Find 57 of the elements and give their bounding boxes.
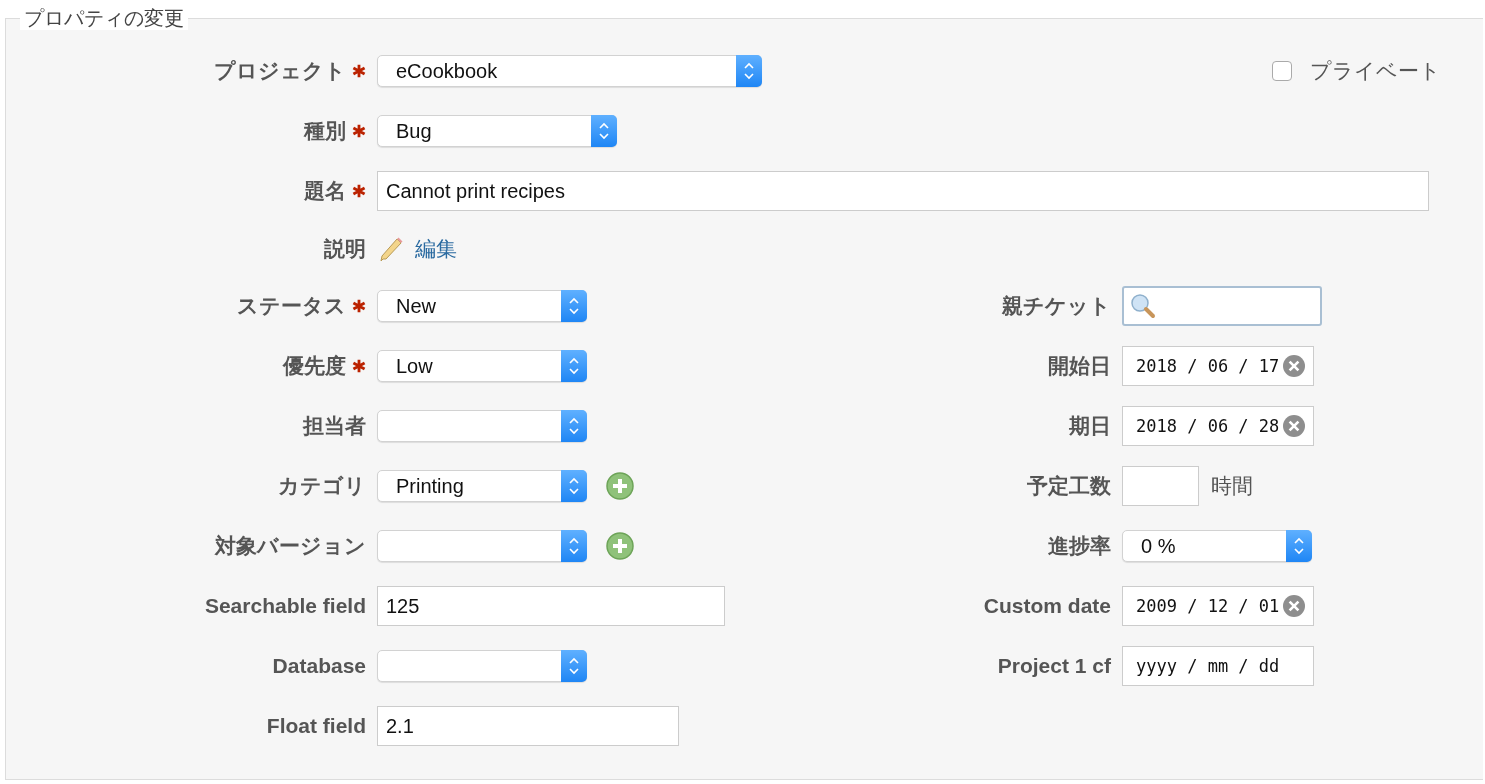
field-label: 親チケット [1002, 293, 1111, 319]
chevron-icon [598, 121, 610, 141]
field-label: 対象バージョン [215, 533, 366, 559]
private-checkbox[interactable] [1272, 61, 1292, 81]
unit-label: 時間 [1211, 473, 1253, 499]
date-field[interactable]: 2018 / 06 / 17 [1122, 346, 1314, 386]
clear-icon[interactable] [1283, 595, 1306, 617]
chevron-icon [568, 536, 580, 556]
dropdown[interactable]: 0 % [1122, 530, 1312, 562]
private-label: プライベート [1310, 58, 1441, 84]
field-label: Database [272, 654, 366, 678]
field-label: Custom date [983, 594, 1111, 618]
field-label: ステータス [237, 293, 346, 319]
date-field[interactable]: 2009 / 12 / 01 [1122, 586, 1314, 626]
dropdown[interactable]: Printing [377, 470, 587, 502]
chevron-icon [1293, 536, 1305, 556]
field-label: 優先度 [283, 353, 346, 379]
chevron-icon [568, 416, 580, 436]
field-label: 題名 [304, 178, 346, 204]
field-label: カテゴリ [278, 473, 366, 499]
chevron-icon [568, 296, 580, 316]
field-label: プロジェクト [214, 58, 346, 84]
dropdown[interactable] [377, 530, 587, 562]
dropdown[interactable]: eCookbook [377, 55, 762, 87]
panel-title: プロパティの変更 [20, 6, 188, 30]
field-label: Searchable field [204, 594, 366, 618]
chevron-icon [568, 656, 580, 676]
date-field[interactable]: yyyy / mm / dd [1122, 646, 1314, 686]
text-field[interactable]: 125 [377, 586, 725, 626]
field-label: 説明 [324, 235, 366, 262]
text-field[interactable]: Cannot print recipes [377, 171, 1429, 211]
edit-link[interactable]: 編集 [415, 234, 457, 263]
add-icon[interactable] [605, 531, 635, 561]
date-field[interactable]: 2018 / 06 / 28 [1122, 406, 1314, 446]
chevron-icon [568, 476, 580, 496]
clear-icon[interactable] [1283, 355, 1306, 377]
dropdown[interactable]: New [377, 290, 587, 322]
text-field[interactable]: 2.1 [377, 706, 679, 746]
field-label: Float field [266, 714, 366, 738]
add-icon[interactable] [605, 471, 635, 501]
field-label: 進捗率 [1048, 533, 1111, 559]
search-field[interactable] [1122, 286, 1322, 326]
field-label: 担当者 [303, 413, 366, 439]
dropdown[interactable] [377, 650, 587, 682]
clear-icon[interactable] [1283, 415, 1306, 437]
dropdown[interactable]: Low [377, 350, 587, 382]
field-label: 開始日 [1048, 353, 1111, 379]
field-label: 予定工数 [1027, 473, 1111, 499]
field-label: Project 1 cf [997, 654, 1111, 678]
hours-field[interactable] [1122, 466, 1199, 506]
chevron-icon [743, 61, 755, 81]
dropdown[interactable] [377, 410, 587, 442]
search-icon [1130, 293, 1156, 319]
chevron-icon [568, 356, 580, 376]
field-label: 期日 [1069, 413, 1111, 439]
dropdown[interactable]: Bug [377, 115, 617, 147]
field-label: 種別 [304, 118, 346, 144]
